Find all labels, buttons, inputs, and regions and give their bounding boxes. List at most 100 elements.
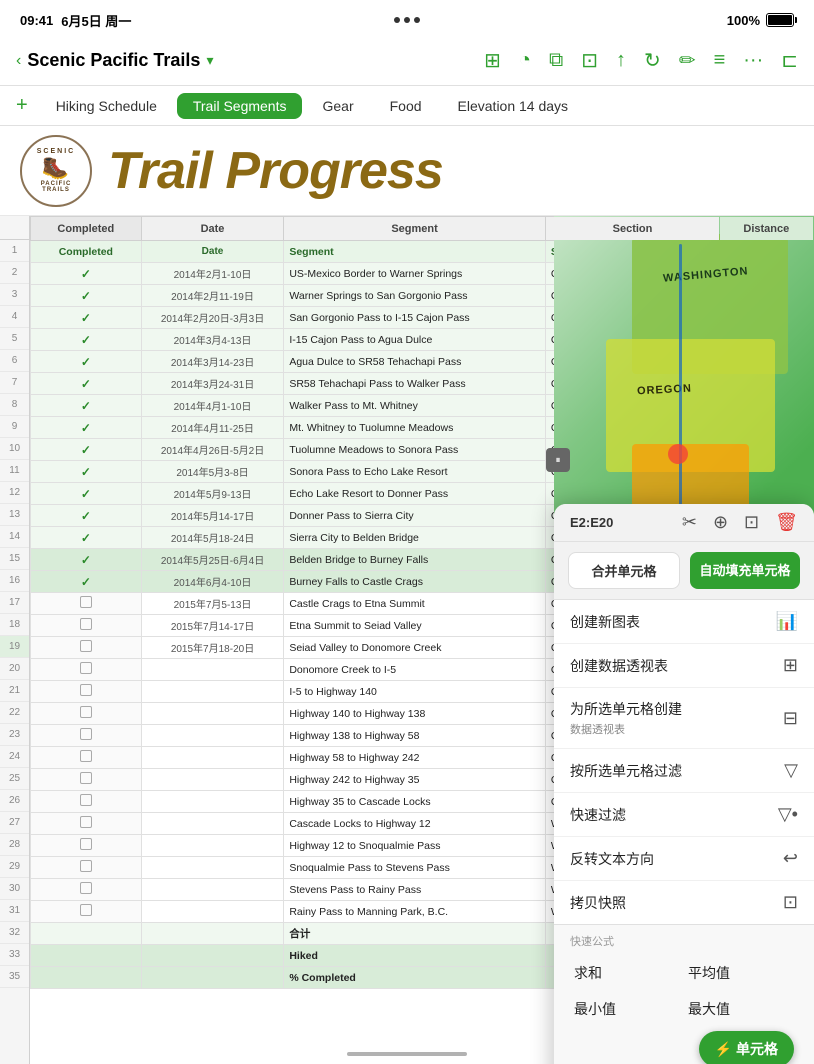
filter-by-selected-item[interactable]: 按所选单元格过滤 ▽ bbox=[554, 749, 814, 793]
cell-segment: Highway 58 to Highway 242 bbox=[284, 747, 546, 769]
tab-trail-segments[interactable]: Trail Segments bbox=[177, 93, 303, 119]
formula-grid: 求和 平均值 最小值 最大值 bbox=[570, 955, 798, 1027]
cell-button[interactable]: ⚡ 单元格 bbox=[699, 1031, 794, 1064]
cell-segment: Stevens Pass to Rainy Pass bbox=[284, 879, 546, 901]
cell-segment: Agua Dulce to SR58 Tehachapi Pass bbox=[284, 351, 546, 373]
tab-gear[interactable]: Gear bbox=[306, 93, 369, 119]
pause-button[interactable]: ⏸ bbox=[546, 448, 570, 472]
cell-date bbox=[141, 747, 284, 769]
pen-icon[interactable]: ✏ bbox=[679, 48, 696, 73]
align-icon[interactable]: ≡ bbox=[714, 49, 726, 72]
copy-snapshot-item[interactable]: 拷贝快照 ⊡ bbox=[554, 881, 814, 924]
checkmark: ✓ bbox=[81, 443, 91, 457]
pivot-selected-label: 为所选单元格创建 bbox=[570, 699, 682, 719]
delete-icon[interactable]: 🗑 bbox=[775, 512, 798, 533]
checkmark: ✓ bbox=[81, 575, 91, 589]
checkmark: ✓ bbox=[81, 531, 91, 545]
cell-date bbox=[141, 857, 284, 879]
status-time: 09:41 bbox=[20, 13, 53, 28]
trail-line bbox=[679, 244, 682, 524]
status-date: 6月5日 周一 bbox=[61, 11, 131, 30]
cell-date: 2015年7月5-13日 bbox=[141, 593, 284, 615]
cell-segment: Donomore Creek to I-5 bbox=[284, 659, 546, 681]
cell-segment: Snoqualmie Pass to Stevens Pass bbox=[284, 857, 546, 879]
cell-date bbox=[141, 813, 284, 835]
autofill-button[interactable]: 自动填充单元格 bbox=[690, 552, 800, 589]
trail-logo: SCENIC 🥾 PACIFIC TRAILS bbox=[20, 135, 92, 207]
share-icon[interactable]: ↑ bbox=[616, 49, 626, 72]
cell-completed: ✓ bbox=[31, 395, 142, 417]
cm-menu-items: 创建新图表 📊 创建数据透视表 ⊞ 为所选单元格创建 数据透视表 ⊟ 按所选单元… bbox=[554, 600, 814, 924]
cut-icon[interactable]: ✂ bbox=[682, 512, 697, 533]
cell-date: 2014年5月18-24日 bbox=[141, 527, 284, 549]
checkmark: ✓ bbox=[81, 333, 91, 347]
cell-segment: Etna Summit to Seiad Valley bbox=[284, 615, 546, 637]
checkmark: ✓ bbox=[81, 487, 91, 501]
cell-date: 2014年4月11-25日 bbox=[141, 417, 284, 439]
grid-icon[interactable]: ⊞ bbox=[484, 48, 501, 73]
checkmark: ✓ bbox=[81, 311, 91, 325]
create-pivot-selected-item[interactable]: 为所选单元格创建 数据透视表 ⊟ bbox=[554, 688, 814, 749]
cell-completed: ✓ bbox=[31, 505, 142, 527]
checkbox-empty bbox=[80, 728, 92, 740]
cm-action-icons: ✂ ⊕ ⊡ 🗑 bbox=[682, 512, 798, 533]
checkmark: ✓ bbox=[81, 377, 91, 391]
cell-date bbox=[141, 835, 284, 857]
cell-date bbox=[141, 681, 284, 703]
col-e-header: Distance bbox=[720, 217, 813, 241]
checkmark: ✓ bbox=[81, 465, 91, 479]
tab-elevation[interactable]: Elevation 14 days bbox=[442, 93, 585, 119]
cell-completed bbox=[31, 813, 142, 835]
cell-completed: ✓ bbox=[31, 417, 142, 439]
quick-filter-label: 快速过滤 bbox=[570, 805, 626, 825]
nav-left: ‹ Scenic Pacific Trails ▾ bbox=[16, 50, 213, 71]
filter-icon: ▽ bbox=[784, 760, 798, 781]
cell-completed: ✓ bbox=[31, 483, 142, 505]
merge-cells-button[interactable]: 合并单元格 bbox=[568, 552, 680, 589]
cell-completed bbox=[31, 857, 142, 879]
checkbox-empty bbox=[80, 596, 92, 608]
cell-completed: ✓ bbox=[31, 351, 142, 373]
sidebar-icon[interactable]: ⊏ bbox=[781, 48, 798, 73]
back-button[interactable]: ‹ bbox=[16, 52, 21, 70]
spreadsheet-wrapper: 1 2 3 4 5 6 7 8 9 10 11 12 13 14 15 16 1… bbox=[0, 216, 814, 1064]
create-pivot-item[interactable]: 创建数据透视表 ⊞ bbox=[554, 644, 814, 688]
cell-date: 2014年5月9-13日 bbox=[141, 483, 284, 505]
cell-completed bbox=[31, 901, 142, 923]
cell-completed bbox=[31, 659, 142, 681]
min-formula[interactable]: 最小值 bbox=[570, 991, 684, 1027]
cell-date bbox=[141, 703, 284, 725]
cm-header: E2:E20 ✂ ⊕ ⊡ 🗑 bbox=[554, 504, 814, 542]
tab-food[interactable]: Food bbox=[374, 93, 438, 119]
cell-reference: E2:E20 bbox=[570, 515, 613, 530]
cell-completed: ✓ bbox=[31, 329, 142, 351]
checkbox-empty bbox=[80, 706, 92, 718]
checkbox-empty bbox=[80, 618, 92, 630]
image-icon[interactable]: ⊡ bbox=[581, 48, 598, 73]
battery-pct: 100% bbox=[727, 13, 760, 28]
clock-icon[interactable]: ◔ bbox=[519, 49, 531, 72]
cm-formula-section: 快速公式 求和 平均值 最小值 最大值 bbox=[554, 924, 814, 1031]
cell-date: 2014年6月4-10日 bbox=[141, 571, 284, 593]
avg-formula[interactable]: 平均值 bbox=[684, 955, 798, 991]
add-tab-button[interactable]: + bbox=[8, 90, 36, 121]
refresh-icon[interactable]: ↻ bbox=[644, 48, 661, 73]
cm-buttons: 合并单元格 自动填充单元格 bbox=[554, 542, 814, 600]
more-icon[interactable]: ··· bbox=[743, 49, 763, 72]
paste-icon[interactable]: ⊡ bbox=[744, 512, 759, 533]
layers-icon[interactable]: ⧉ bbox=[549, 49, 563, 72]
copy-icon[interactable]: ⊕ bbox=[713, 512, 728, 533]
reverse-text-item[interactable]: 反转文本方向 ↩ bbox=[554, 837, 814, 881]
quick-filter-item[interactable]: 快速过滤 ▽• bbox=[554, 793, 814, 837]
sum-formula[interactable]: 求和 bbox=[570, 955, 684, 991]
max-formula[interactable]: 最大值 bbox=[684, 991, 798, 1027]
tab-hiking-schedule[interactable]: Hiking Schedule bbox=[40, 93, 173, 119]
cell-segment: San Gorgonio Pass to I-15 Cajon Pass bbox=[284, 307, 546, 329]
checkmark: ✓ bbox=[81, 355, 91, 369]
nav-chevron-icon[interactable]: ▾ bbox=[206, 52, 213, 69]
chart-icon: 📊 bbox=[776, 611, 798, 632]
cell-completed bbox=[31, 835, 142, 857]
cell-date: 2014年5月3-8日 bbox=[141, 461, 284, 483]
create-chart-item[interactable]: 创建新图表 📊 bbox=[554, 600, 814, 644]
checkbox-empty bbox=[80, 772, 92, 784]
